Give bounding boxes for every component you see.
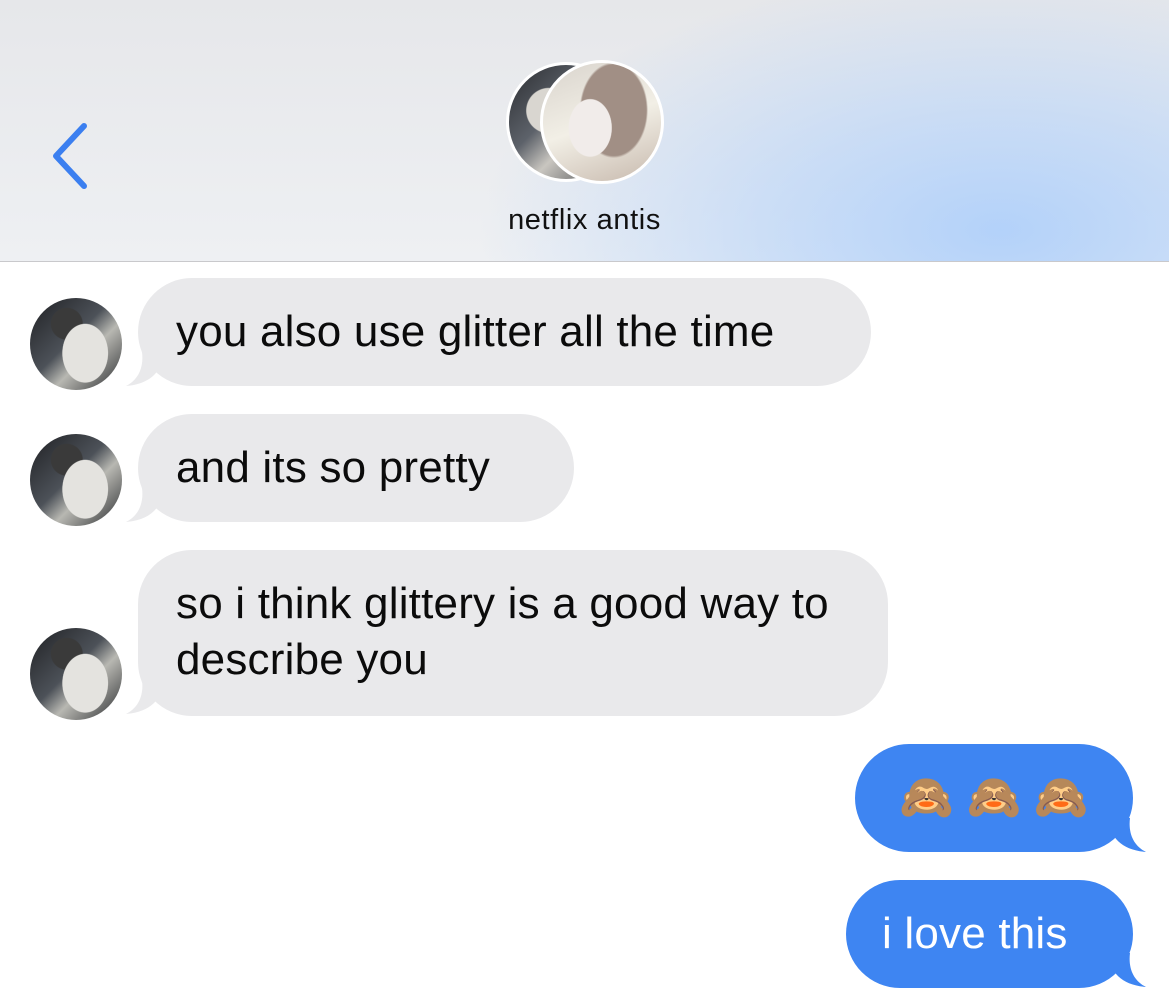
member-avatar — [540, 60, 664, 184]
sender-avatar[interactable] — [30, 628, 122, 720]
chevron-left-icon — [53, 123, 87, 189]
message-bubble[interactable]: i love this — [846, 880, 1133, 988]
back-button[interactable] — [44, 118, 104, 198]
message-bubble[interactable]: and its so pretty — [138, 414, 574, 522]
message-bubble[interactable]: so i think glittery is a good way to des… — [138, 550, 888, 716]
conversation-header: netflix antis — [0, 0, 1169, 262]
group-name[interactable]: netflix antis — [0, 204, 1169, 237]
message-bubble[interactable]: 🙈 🙈 🙈 — [855, 744, 1133, 852]
sender-avatar[interactable] — [30, 434, 122, 526]
group-avatar[interactable] — [506, 60, 666, 186]
sender-avatar[interactable] — [30, 298, 122, 390]
message-bubble[interactable]: you also use glitter all the time — [138, 278, 871, 386]
